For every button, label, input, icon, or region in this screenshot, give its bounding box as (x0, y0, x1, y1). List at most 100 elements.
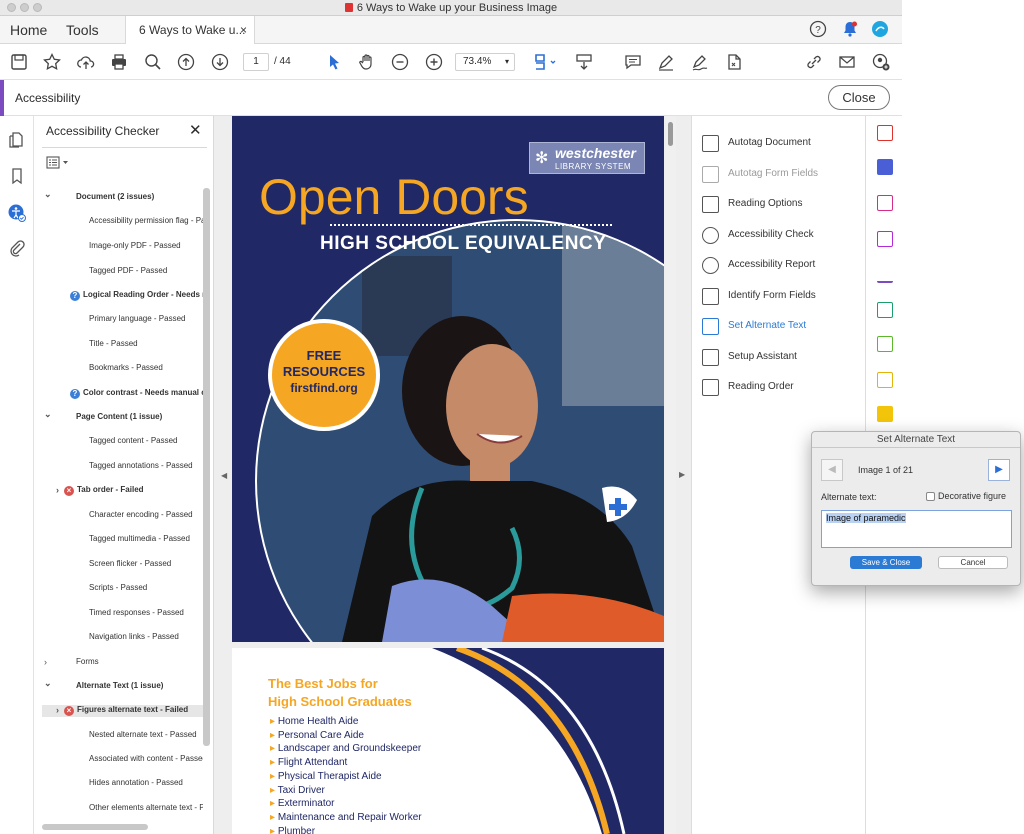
previous-image-button[interactable]: ◀ (821, 459, 843, 481)
checker-row[interactable]: Other elements alternate text - Passed (89, 803, 203, 815)
checker-row[interactable]: Tagged annotations - Passed (89, 461, 203, 473)
checker-row[interactable]: Tagged PDF - Passed (89, 266, 203, 278)
tool-accessibility-check[interactable]: Accessibility Check (702, 225, 814, 245)
chevron-down-icon[interactable]: ⌄ (44, 412, 52, 420)
checker-row[interactable]: Associated with content - Passed (89, 754, 203, 766)
checker-row[interactable]: ⌄ Document (2 issues) (42, 192, 203, 204)
sign-pen-icon[interactable] (690, 52, 710, 72)
expand-right-panel-icon[interactable]: ▶ (679, 470, 685, 479)
tab-tools[interactable]: Tools (66, 16, 99, 44)
zoom-search-icon[interactable] (143, 52, 163, 72)
fill-sign-icon[interactable] (877, 267, 893, 283)
checker-row[interactable]: ⌄ Alternate Text (1 issue) (42, 681, 203, 693)
chevron-right-icon[interactable]: › (56, 485, 59, 495)
decorative-figure-checkbox[interactable] (926, 492, 935, 501)
send-for-review-icon[interactable] (877, 372, 893, 388)
hand-tool-icon[interactable] (357, 52, 377, 72)
bookmark-star-icon[interactable] (42, 52, 62, 72)
highlight-pen-icon[interactable] (656, 52, 676, 72)
comment-tool-icon[interactable] (877, 406, 893, 422)
chevron-right-icon[interactable]: › (44, 657, 47, 667)
checker-row[interactable]: Image-only PDF - Passed (89, 241, 203, 253)
alt-text-field[interactable]: Image of paramedic (821, 510, 1012, 548)
edit-pdf-icon[interactable] (877, 231, 893, 247)
tool-set-alternate-text[interactable]: Set Alternate Text (702, 316, 806, 336)
upload-cloud-icon[interactable] (76, 52, 96, 72)
checker-row[interactable]: › × Tab order - Failed (42, 485, 203, 497)
scroll-thumb[interactable] (668, 122, 673, 146)
tab-document[interactable]: 6 Ways to Wake u... × (125, 16, 255, 44)
tool-identify-form-fields[interactable]: Identify Form Fields (702, 286, 816, 306)
zoom-level-select[interactable]: 73.4% ▾ (455, 53, 515, 71)
page-number-input[interactable]: 1 (243, 53, 269, 71)
checker-row[interactable]: Hides annotation - Passed (89, 778, 203, 790)
checker-row[interactable]: Navigation links - Passed (89, 632, 203, 644)
checker-row[interactable]: Screen flicker - Passed (89, 559, 203, 571)
checker-row[interactable]: › Forms (42, 657, 203, 669)
save-icon[interactable] (9, 52, 29, 72)
select-cursor-icon[interactable] (324, 52, 344, 72)
tool-reading-order[interactable]: Reading Order (702, 377, 794, 397)
checker-row[interactable]: Tagged content - Passed (89, 436, 203, 448)
chevron-down-icon[interactable]: ⌄ (44, 192, 52, 200)
checker-row[interactable]: Nested alternate text - Passed (89, 730, 203, 742)
accessibility-checker-icon[interactable] (7, 203, 27, 223)
tool-autotag-document[interactable]: Autotag Document (702, 133, 811, 153)
checker-row[interactable]: ?Color contrast - Needs manual check (70, 388, 203, 400)
checker-scrollbar[interactable] (203, 188, 210, 746)
notification-bell-icon[interactable] (841, 20, 859, 38)
close-tab-icon[interactable]: × (240, 16, 247, 44)
previous-page-icon[interactable] (176, 52, 196, 72)
checker-row[interactable]: ?Logical Reading Order - Needs manual ch… (70, 290, 203, 302)
document-scrollbar[interactable] (666, 116, 676, 834)
print-icon[interactable] (109, 52, 129, 72)
export-pdf-icon[interactable] (877, 302, 893, 318)
comment-icon[interactable] (623, 52, 643, 72)
checker-row[interactable]: Character encoding - Passed (89, 510, 203, 522)
tool-reading-options[interactable]: Reading Options (702, 194, 803, 214)
checker-row[interactable]: ⌄ Page Content (1 issue) (42, 412, 203, 424)
scroll-mode-icon[interactable] (574, 52, 594, 72)
compare-files-icon[interactable] (877, 336, 893, 352)
chevron-right-icon[interactable]: › (56, 705, 59, 715)
next-page-icon[interactable] (210, 52, 230, 72)
organize-pages-icon[interactable] (877, 195, 893, 211)
attachments-paperclip-icon[interactable] (8, 239, 26, 257)
next-image-button[interactable]: ▶ (988, 459, 1010, 481)
close-tool-button[interactable]: Close (828, 85, 890, 110)
zoom-in-icon[interactable] (424, 52, 444, 72)
page-thumbnails-icon[interactable] (8, 131, 26, 149)
cancel-button[interactable]: Cancel (938, 556, 1008, 569)
zoom-out-icon[interactable] (390, 52, 410, 72)
tab-home[interactable]: Home (10, 16, 47, 44)
checker-row[interactable]: Bookmarks - Passed (89, 363, 203, 375)
close-panel-icon[interactable]: ✕ (189, 121, 202, 139)
add-user-icon[interactable] (871, 52, 891, 72)
checker-row[interactable]: Timed responses - Passed (89, 608, 203, 620)
options-menu-icon[interactable] (46, 156, 72, 170)
help-icon[interactable]: ? (809, 20, 827, 38)
checker-horizontal-scrollbar[interactable] (42, 824, 148, 830)
combine-files-icon[interactable] (877, 159, 893, 175)
tool-accessibility-report[interactable]: Accessibility Report (702, 255, 815, 275)
checker-row[interactable]: › × Figures alternate text - Failed (42, 705, 203, 717)
create-pdf-icon[interactable] (877, 125, 893, 141)
checker-row[interactable]: Accessibility permission flag - Passed (89, 216, 203, 228)
tool-autotag-form-fields[interactable]: Autotag Form Fields (702, 164, 818, 184)
page-fit-icon[interactable] (532, 52, 558, 72)
link-share-icon[interactable] (804, 52, 824, 72)
checker-row[interactable]: Scripts - Passed (89, 583, 203, 595)
tool-setup-assistant[interactable]: Setup Assistant (702, 347, 797, 367)
bookmarks-icon[interactable] (8, 167, 26, 185)
collapse-left-panel-icon[interactable]: ◀ (221, 471, 227, 480)
user-avatar-icon[interactable] (871, 20, 889, 38)
email-icon[interactable] (837, 52, 857, 72)
chevron-down-icon[interactable]: ⌄ (44, 681, 52, 689)
checker-row[interactable]: Primary language - Passed (89, 314, 203, 326)
checker-row[interactable]: Tagged multimedia - Passed (89, 534, 203, 546)
job-label: Maintenance and Repair Worker (277, 811, 422, 823)
logo-line1: westchester (555, 145, 636, 161)
stamp-icon[interactable] (724, 52, 744, 72)
save-close-button[interactable]: Save & Close (850, 556, 922, 569)
checker-row[interactable]: Title - Passed (89, 339, 203, 351)
